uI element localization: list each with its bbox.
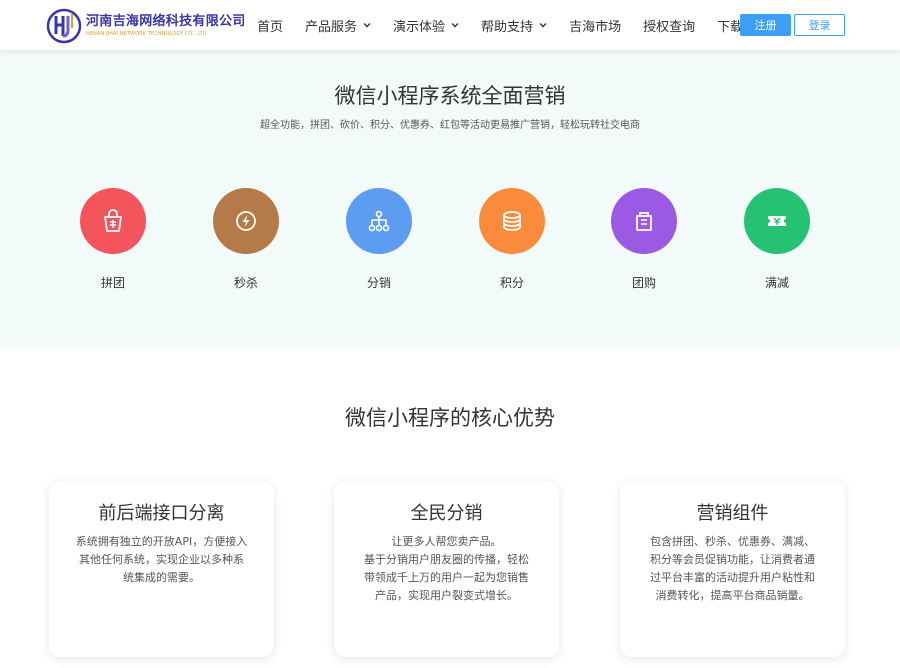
company-logo[interactable]: 河南吉海网络科技有限公司 HENAN JIHAI NETWORK TECHNOL… [46, 8, 246, 44]
feature-circle [611, 188, 677, 254]
nav-label: 产品服务 [305, 19, 358, 35]
nav-item-market[interactable]: 吉海市场 [569, 16, 621, 35]
nav-item-license-query[interactable]: 授权查询 [643, 16, 695, 35]
card-text-line: 其他任何系统，实现企业以多种系 [79, 553, 244, 566]
feature-circle [213, 188, 279, 254]
feature-label: 拼团 [100, 276, 125, 290]
card-text-line: 消费转化，提高平台商品销量。 [655, 589, 810, 602]
nav-item-demo[interactable]: 演示体验 [393, 16, 459, 35]
logo-mark-icon [46, 8, 82, 44]
feature-group-buy[interactable]: 拼团 [63, 188, 163, 291]
main-nav: 首页 产品服务 演示体验 帮助支持 吉海市场 授权查询 下载 [257, 0, 765, 50]
login-button[interactable]: 登录 [794, 14, 845, 36]
feature-label: 团购 [631, 276, 656, 290]
feature-points[interactable]: 积分 [462, 188, 562, 291]
card-text-line: 让更多人帮您卖产品。 [391, 535, 502, 548]
feature-label: 积分 [499, 276, 524, 290]
card-text-line: 系统拥有独立的开放API，方便接入 [75, 535, 248, 548]
core-advantages-title: 微信小程序的核心优势 [345, 406, 555, 430]
card-text-line: 基于分销用户朋友圈的传播，轻松 [364, 553, 529, 566]
chevron-down-icon [539, 23, 547, 28]
marketing-subtitle: 超全功能，拼团、砍价、积分、优惠券、红包等活动更易推广营销，轻松玩转社交电商 [260, 120, 640, 131]
nav-item-home[interactable]: 首页 [257, 16, 283, 35]
feature-flash-sale[interactable]: 秒杀 [196, 188, 296, 291]
advantage-card-marketing: 营销组件 包含拼团、秒杀、优惠券、满减、 积分等会员促销功能，让消费者通 过平台… [620, 481, 845, 657]
marketing-section: 微信小程序系统全面营销 超全功能，拼团、砍价、积分、优惠券、红包等活动更易推广营… [0, 50, 900, 348]
nav-item-help[interactable]: 帮助支持 [481, 16, 547, 35]
nav-label: 授权查询 [643, 19, 696, 35]
nav-item-products[interactable]: 产品服务 [305, 16, 371, 35]
feature-group-purchase[interactable]: 团购 [594, 188, 694, 291]
feature-label: 秒杀 [233, 276, 258, 290]
site-header: 河南吉海网络科技有限公司 HENAN JIHAI NETWORK TECHNOL… [0, 0, 900, 50]
feature-circle [744, 188, 810, 254]
nav-label: 演示体验 [393, 19, 446, 35]
logo-chinese-name: 河南吉海网络科技有限公司 [86, 14, 246, 29]
advantage-card-api: 前后端接口分离 系统拥有独立的开放API，方便接入 其他任何系统，实现企业以多种… [49, 481, 274, 657]
shopping-bag-icon [636, 212, 652, 231]
feature-circle [80, 188, 146, 254]
register-button[interactable]: 注册 [740, 14, 791, 36]
card-title: 营销组件 [696, 503, 769, 524]
card-text-line: 包含拼团、秒杀、优惠券、满减、 [650, 535, 815, 548]
feature-circle [479, 188, 545, 254]
card-text-line: 过平台丰富的活动提升用户粘性和 [650, 571, 815, 584]
card-text-line: 积分等会员促销功能，让消费者通 [650, 553, 815, 566]
card-title: 前后端接口分离 [98, 503, 225, 524]
advantage-card-distribution: 全民分销 让更多人帮您卖产品。 基于分销用户朋友圈的传播，轻松 带领成千上万的用… [334, 481, 559, 657]
feature-discount[interactable]: 满减 [727, 188, 827, 291]
marketing-title: 微信小程序系统全面营销 [334, 84, 566, 108]
feature-label: 分销 [366, 276, 391, 290]
group-buy-bag-icon [104, 209, 122, 232]
logo-english-name: HENAN JIHAI NETWORK TECHNOLOGY CO., LTD [86, 31, 207, 37]
feature-distribution[interactable]: 分销 [329, 188, 429, 291]
card-text: 让更多人帮您卖产品。 基于分销用户朋友圈的传播，轻松 带领成千上万的用户一起为您… [352, 533, 541, 605]
feature-circle [346, 188, 412, 254]
nav-label: 帮助支持 [481, 19, 534, 35]
card-text-line: 统集成的需要。 [123, 571, 200, 584]
lightning-icon [236, 211, 256, 231]
card-text: 包含拼团、秒杀、优惠券、满减、 积分等会员促销功能，让消费者通 过平台丰富的活动… [638, 533, 827, 605]
feature-label: 满减 [764, 276, 789, 290]
card-title: 全民分销 [410, 503, 483, 524]
nav-label: 首页 [257, 19, 284, 35]
nav-label: 吉海市场 [569, 19, 622, 35]
card-text-line: 带领成千上万的用户一起为您销售 [364, 571, 529, 584]
distribution-tree-icon [368, 210, 390, 232]
card-text: 系统拥有独立的开放API，方便接入 其他任何系统，实现企业以多种系 统集成的需要… [67, 533, 256, 587]
chevron-down-icon [451, 23, 459, 28]
coin-stack-icon [503, 211, 521, 231]
ticket-icon [768, 216, 786, 226]
chevron-down-icon [363, 23, 371, 28]
card-text-line: 产品，实现用户裂变式增长。 [375, 589, 518, 602]
